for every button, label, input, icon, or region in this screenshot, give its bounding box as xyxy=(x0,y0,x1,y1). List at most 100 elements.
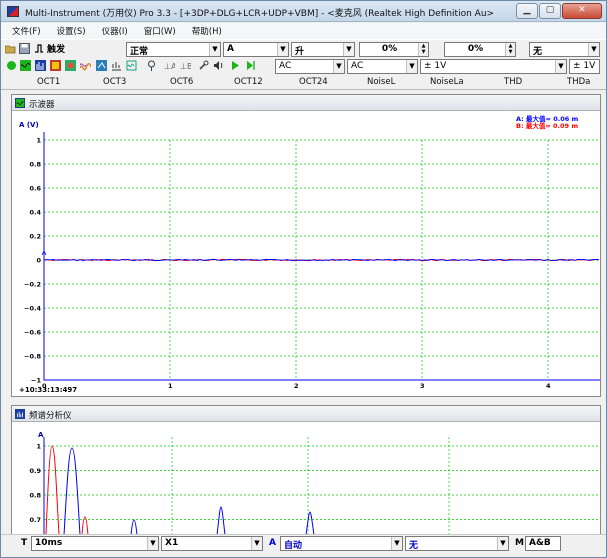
trigger-level-value: 0% xyxy=(381,44,398,54)
spectrum-icon[interactable] xyxy=(35,60,46,71)
timebase-value: 10ms xyxy=(35,538,63,548)
trigger-icon xyxy=(35,44,43,53)
y-tick-label: 0.4 xyxy=(29,209,41,217)
channel-a-scale-value: 自动 xyxy=(284,541,303,551)
trigger-extra-value: 无 xyxy=(533,47,543,57)
spectrogram-icon[interactable] xyxy=(50,60,61,71)
tab-oct3[interactable]: OCT3 xyxy=(103,77,126,87)
spectrum-y-tick-label: 0.8 xyxy=(29,492,41,500)
dds-generator-icon[interactable] xyxy=(126,60,137,71)
trigger-toolbar: 触发 正常 ▼ A ▼ 升 ▼ 0% ▲ ▼ 0% ▲ ▼ 无 ▼ xyxy=(1,39,606,58)
wrench-icon[interactable] xyxy=(198,60,209,71)
play-once-icon[interactable] xyxy=(246,60,257,71)
minimize-button[interactable]: ▁ xyxy=(516,3,538,19)
oscilloscope-icon xyxy=(15,98,25,108)
range-a-dropdown[interactable]: ± 1V ▼ xyxy=(420,59,567,74)
math-mode-label: M xyxy=(515,538,524,548)
spin-arrows-icon[interactable]: ▲ ▼ xyxy=(505,43,515,56)
math-mode-value: A&B xyxy=(529,538,551,548)
channel-a-trace xyxy=(43,258,600,262)
math-mode-dropdown[interactable]: A&B xyxy=(525,536,561,551)
ground-a-icon[interactable]: ⊥A xyxy=(164,60,175,71)
channel-a-spectrum-peak xyxy=(63,447,81,535)
menu-instrument[interactable]: 仪器(I) xyxy=(91,23,133,39)
y-tick-label: 0.8 xyxy=(29,161,41,169)
maximize-button[interactable]: ▢ xyxy=(539,3,561,19)
y-tick-label: −0.6 xyxy=(24,329,41,337)
tab-noisela[interactable]: NoiseLa xyxy=(430,77,464,87)
tab-oct6[interactable]: OCT6 xyxy=(170,77,193,87)
trigger-mode-value: 正常 xyxy=(130,47,149,57)
menu-help[interactable]: 帮助(H) xyxy=(181,23,227,39)
coupling-b-dropdown[interactable]: AC ▼ xyxy=(347,59,418,74)
ground-b-icon[interactable]: ⊥B xyxy=(180,60,191,71)
trigger-label: 触发 xyxy=(47,45,66,55)
spin-arrows-icon[interactable]: ▲ ▼ xyxy=(418,43,428,56)
trigger-level-stepper[interactable]: 0% ▲ ▼ xyxy=(359,42,429,57)
menu-settings[interactable]: 设置(S) xyxy=(46,23,91,39)
tab-thd[interactable]: THD xyxy=(504,77,522,87)
spectrum-grid xyxy=(44,437,600,535)
save-icon[interactable] xyxy=(19,43,30,54)
close-button[interactable]: ✕ xyxy=(562,3,602,19)
oscilloscope-plot[interactable]: A (V) A: 最大值= 0.06 m B: 最大值= 0.09 m 10.8… xyxy=(12,112,600,397)
channel-a-scale-dropdown[interactable]: 自动 ▼ xyxy=(280,536,403,551)
coupling-a-dropdown[interactable]: AC ▼ xyxy=(275,59,345,74)
data-logger-icon[interactable] xyxy=(111,60,122,71)
spectrum-y-axis-label: A xyxy=(38,431,44,439)
tab-oct12[interactable]: OCT12 xyxy=(234,77,263,87)
channel-a-label: A xyxy=(269,538,276,548)
y-tick-label: 0 xyxy=(36,257,41,265)
tab-noisel[interactable]: NoiseL xyxy=(367,77,395,87)
zoom-dropdown[interactable]: X1 ▼ xyxy=(161,536,263,551)
channel-b-scale-value: 无 xyxy=(409,541,419,551)
menu-file[interactable]: 文件(F) xyxy=(1,23,46,39)
menu-bar: 文件(F) 设置(S) 仪器(I) 窗口(W) 帮助(H) xyxy=(1,23,606,39)
chevron-down-icon: ▼ xyxy=(588,43,599,56)
x-tick-label: 4 xyxy=(546,382,551,390)
speaker-icon[interactable] xyxy=(213,60,224,71)
y-tick-label: −0.8 xyxy=(24,353,41,361)
oscilloscope-header: 示波器 xyxy=(12,95,600,111)
meter-icon[interactable] xyxy=(96,60,107,71)
analysis-mode-tabs: OCT1 OCT3 OCT6 OCT12 OCT24 NoiseL NoiseL… xyxy=(1,74,606,90)
open-folder-icon[interactable] xyxy=(5,43,16,54)
trigger-channel-dropdown[interactable]: A ▼ xyxy=(223,42,289,57)
zoom-value: X1 xyxy=(165,538,179,548)
chevron-down-icon: ▼ xyxy=(406,60,417,73)
channel-b-scale-dropdown[interactable]: 无 ▼ xyxy=(405,536,509,551)
menu-window[interactable]: 窗口(W) xyxy=(133,23,181,39)
range-b-dropdown[interactable]: ± 1V xyxy=(569,59,600,74)
spectrum-panel: 频谱分析仪 A 1 0.9 0.8 0.7 xyxy=(11,405,601,535)
timebase-dropdown[interactable]: 10ms ▼ xyxy=(31,536,159,551)
spectrum-y-tick-label: 1 xyxy=(36,443,41,451)
chevron-down-icon: ▼ xyxy=(555,60,566,73)
probe-icon[interactable] xyxy=(146,60,157,71)
y-tick-label: 0.6 xyxy=(29,185,41,193)
spectrum-plot[interactable]: A 1 0.9 0.8 0.7 xyxy=(12,423,600,535)
spectrum-icon xyxy=(15,409,25,419)
trigger-channel-value: A xyxy=(227,44,234,54)
oscilloscope-icon[interactable] xyxy=(20,60,31,71)
x-tick-label: 2 xyxy=(294,382,299,390)
y-axis-label: A (V) xyxy=(19,121,39,129)
oscilloscope-title: 示波器 xyxy=(29,100,55,110)
chevron-down-icon: ▼ xyxy=(343,43,354,56)
trigger-position-stepper[interactable]: 0% ▲ ▼ xyxy=(444,42,516,57)
record-icon[interactable] xyxy=(6,60,17,71)
spectrum-title: 频谱分析仪 xyxy=(29,411,72,421)
trigger-extra-dropdown[interactable]: 无 ▼ xyxy=(529,42,600,57)
channel-a-spectrum-peak xyxy=(130,519,138,535)
wave-3d-icon[interactable] xyxy=(80,60,91,71)
tab-oct1[interactable]: OCT1 xyxy=(37,77,60,87)
color-map-icon[interactable] xyxy=(65,60,76,71)
title-bar: Multi-Instrument (万用仪) Pro 3.3 - [+3DP+D… xyxy=(1,1,606,22)
trigger-edge-dropdown[interactable]: 升 ▼ xyxy=(291,42,355,57)
svg-text:⊥A: ⊥A xyxy=(164,62,175,71)
close-icon: ✕ xyxy=(578,5,586,15)
tab-oct24[interactable]: OCT24 xyxy=(299,77,328,87)
tab-thda[interactable]: THDa xyxy=(567,77,590,87)
play-icon[interactable] xyxy=(230,60,241,71)
maximize-icon: ▢ xyxy=(545,5,555,15)
trigger-mode-dropdown[interactable]: 正常 ▼ xyxy=(126,42,221,57)
